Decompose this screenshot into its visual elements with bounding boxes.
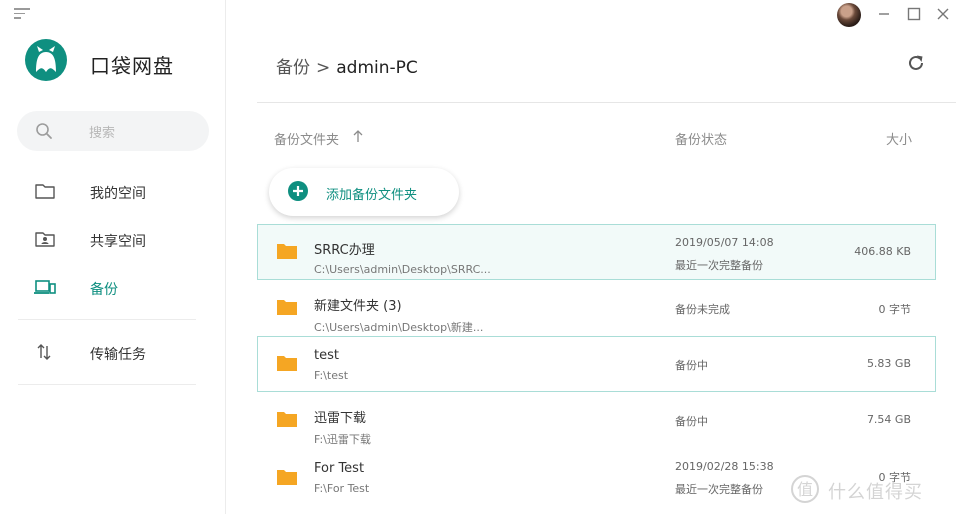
- user-avatar[interactable]: [837, 3, 861, 27]
- svg-text:值: 值: [797, 480, 813, 499]
- table-row[interactable]: test F:\test 备份中 5.83 GB: [257, 336, 936, 392]
- backup-devices-icon: [34, 280, 56, 294]
- sidebar: 口袋网盘 搜索 我的空间 共享空间 备份 传输任务: [0, 0, 226, 514]
- column-header-size: 大小: [886, 133, 913, 148]
- row-name: 迅雷下载: [314, 411, 367, 426]
- row-name: SRRC办理: [314, 243, 375, 258]
- row-status: 备份未完成: [675, 303, 730, 316]
- folder-icon: [277, 470, 297, 485]
- sidebar-item-backup[interactable]: 备份: [0, 267, 226, 307]
- row-size: 7.54 GB: [866, 413, 911, 426]
- row-name: 新建文件夹 (3): [314, 299, 402, 314]
- sidebar-item-my-space[interactable]: 我的空间: [0, 171, 226, 211]
- sidebar-divider: [18, 319, 196, 320]
- add-backup-folder-label: 添加备份文件夹: [326, 188, 418, 203]
- watermark: 值 什么值得买: [790, 474, 950, 504]
- breadcrumb-separator: >: [316, 58, 331, 78]
- folder-icon: [277, 356, 297, 371]
- row-size: 0 字节: [878, 303, 912, 316]
- row-size: 406.88 KB: [854, 245, 911, 258]
- folder-icon: [277, 300, 297, 315]
- transfer-icon: [37, 344, 51, 360]
- add-backup-folder-button[interactable]: 添加备份文件夹: [269, 168, 459, 216]
- shared-folder-icon: [35, 232, 55, 247]
- row-status: 备份中: [675, 359, 708, 372]
- row-path: F:\For Test: [314, 482, 370, 495]
- row-path: C:\Users\admin\Desktop\SRRC...: [314, 263, 491, 276]
- add-circle-icon: [288, 181, 308, 201]
- folder-icon: [277, 244, 297, 259]
- table-row[interactable]: 新建文件夹 (3) C:\Users\admin\Desktop\新建... 备…: [257, 280, 936, 336]
- row-name: For Test: [314, 461, 365, 476]
- header-divider: [257, 102, 956, 103]
- breadcrumb: 备份 > admin-PC: [276, 53, 418, 78]
- watermark-logo-icon: 值: [791, 475, 819, 503]
- refresh-icon[interactable]: [906, 53, 926, 73]
- breadcrumb-current: admin-PC: [336, 58, 418, 78]
- row-status: 最近一次完整备份: [675, 483, 763, 496]
- maximize-icon[interactable]: [906, 6, 922, 22]
- app-name: 口袋网盘: [90, 54, 174, 78]
- sidebar-item-label: 我的空间: [90, 186, 146, 202]
- folder-icon: [277, 412, 297, 427]
- search-input[interactable]: 搜索: [17, 111, 209, 151]
- table-row[interactable]: 迅雷下载 F:\迅雷下载 备份中 7.54 GB: [257, 392, 936, 448]
- row-path: F:\test: [314, 369, 349, 382]
- sort-ascending-icon[interactable]: [352, 128, 364, 144]
- sidebar-item-shared-space[interactable]: 共享空间: [0, 219, 226, 259]
- column-header-folder[interactable]: 备份文件夹: [274, 129, 339, 148]
- minimize-icon[interactable]: [876, 6, 892, 22]
- row-path: F:\迅雷下载: [314, 433, 371, 446]
- row-status: 最近一次完整备份: [675, 259, 763, 272]
- table-row[interactable]: SRRC办理 C:\Users\admin\Desktop\SRRC... 20…: [257, 224, 936, 280]
- sidebar-item-label: 共享空间: [90, 234, 146, 250]
- row-size: 5.83 GB: [866, 357, 911, 370]
- close-icon[interactable]: [935, 6, 951, 22]
- row-status: 备份中: [675, 415, 708, 428]
- search-placeholder: 搜索: [89, 126, 116, 141]
- sidebar-item-transfer-tasks[interactable]: 传输任务: [0, 332, 226, 372]
- row-time: 2019/05/07 14:08: [675, 236, 774, 249]
- breadcrumb-parent[interactable]: 备份: [276, 58, 310, 78]
- row-path: C:\Users\admin\Desktop\新建...: [314, 321, 484, 334]
- watermark-text: 什么值得买: [828, 482, 923, 503]
- hamburger-menu-icon[interactable]: [14, 8, 30, 20]
- column-header-status: 备份状态: [675, 133, 728, 148]
- row-name: test: [314, 348, 339, 363]
- sidebar-divider: [18, 384, 196, 385]
- search-icon: [36, 123, 52, 139]
- app-window: 口袋网盘 搜索 我的空间 共享空间 备份 传输任务 备份 > admin-PC …: [0, 0, 956, 514]
- sidebar-item-label: 备份: [90, 282, 118, 298]
- sidebar-item-label: 传输任务: [90, 347, 146, 363]
- app-logo: [25, 39, 67, 81]
- row-time: 2019/02/28 15:38: [675, 460, 774, 473]
- folder-icon: [35, 184, 55, 199]
